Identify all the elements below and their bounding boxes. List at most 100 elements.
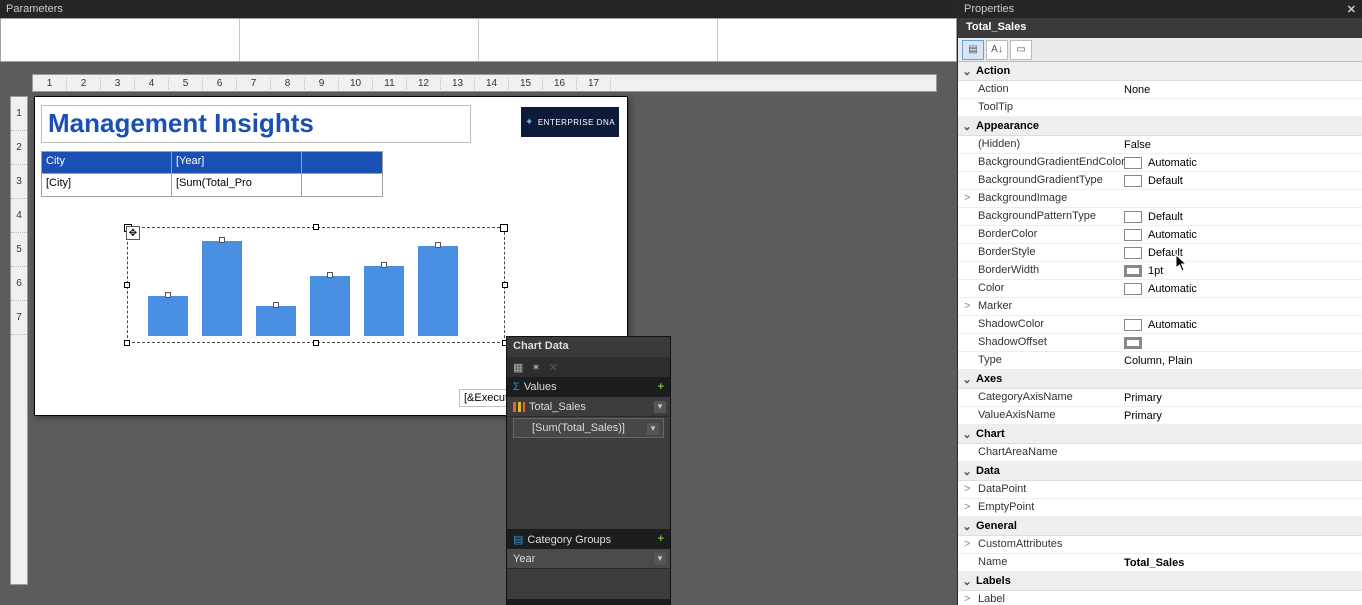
- property-row[interactable]: >DataPoint: [958, 481, 1362, 499]
- expand-toggle-icon[interactable]: ⌄: [962, 575, 972, 588]
- property-row[interactable]: BorderColorAutomatic: [958, 226, 1362, 244]
- resize-handle[interactable]: [502, 282, 508, 288]
- bar-handle[interactable]: [327, 272, 333, 278]
- expand-toggle-icon[interactable]: ⌄: [962, 428, 972, 441]
- property-row[interactable]: ValueAxisNamePrimary: [958, 407, 1362, 425]
- property-row[interactable]: TypeColumn, Plain: [958, 352, 1362, 370]
- property-value[interactable]: Automatic: [1118, 226, 1362, 243]
- report-title[interactable]: Management Insights: [41, 105, 471, 143]
- property-value[interactable]: Default: [1118, 208, 1362, 225]
- chart-bar[interactable]: [310, 276, 350, 336]
- property-value[interactable]: Automatic: [1118, 154, 1362, 171]
- add-category-button[interactable]: +: [658, 533, 664, 545]
- tablix[interactable]: City [Year] [City] [Sum(Total_Pro: [41, 151, 383, 197]
- property-row[interactable]: BackgroundPatternTypeDefault: [958, 208, 1362, 226]
- property-category[interactable]: ⌄General: [958, 517, 1362, 536]
- property-value[interactable]: Total_Sales: [1118, 554, 1362, 571]
- property-row[interactable]: >BackgroundImage: [958, 190, 1362, 208]
- property-row[interactable]: ToolTip: [958, 99, 1362, 117]
- property-value[interactable]: [1118, 334, 1362, 351]
- refresh-icon[interactable]: ✶: [531, 361, 540, 374]
- resize-handle[interactable]: [124, 340, 130, 346]
- expand-icon[interactable]: >: [964, 192, 970, 204]
- property-row[interactable]: ChartAreaName: [958, 444, 1362, 462]
- property-value[interactable]: [1118, 444, 1362, 461]
- expand-icon[interactable]: >: [964, 538, 970, 550]
- expand-toggle-icon[interactable]: ⌄: [962, 465, 972, 478]
- bar-handle[interactable]: [219, 237, 225, 243]
- chart-data-panel[interactable]: Chart Data ▦ ✶ ✕ ΣValues + Total_Sales ▾: [506, 336, 671, 605]
- close-panel-button[interactable]: ✕: [1347, 3, 1356, 16]
- categorized-view-button[interactable]: ▤: [962, 40, 984, 60]
- property-category[interactable]: ⌄Chart: [958, 425, 1362, 444]
- category-field-item[interactable]: Year ▾: [507, 549, 670, 569]
- chart-bar[interactable]: [202, 241, 242, 336]
- property-pages-button[interactable]: ▭: [1010, 40, 1032, 60]
- property-value[interactable]: 1pt: [1118, 262, 1362, 279]
- bar-handle[interactable]: [273, 302, 279, 308]
- parameters-grid[interactable]: [0, 18, 957, 62]
- param-cell[interactable]: [1, 19, 240, 61]
- property-value[interactable]: [1118, 298, 1362, 315]
- dropdown-icon[interactable]: ▾: [654, 553, 666, 565]
- delete-icon[interactable]: ✕: [549, 361, 558, 374]
- property-row[interactable]: ColorAutomatic: [958, 280, 1362, 298]
- resize-handle[interactable]: [313, 224, 319, 230]
- property-row[interactable]: >EmptyPoint: [958, 499, 1362, 517]
- value-field-item[interactable]: Total_Sales ▾: [507, 397, 670, 417]
- property-row[interactable]: ShadowOffset: [958, 334, 1362, 352]
- resize-handle[interactable]: [124, 282, 130, 288]
- new-chart-icon[interactable]: ▦: [513, 361, 523, 374]
- bar-handle[interactable]: [435, 242, 441, 248]
- property-value[interactable]: [1118, 591, 1362, 605]
- alphabetical-view-button[interactable]: A↓: [986, 40, 1008, 60]
- chart-object[interactable]: ✥: [127, 227, 505, 343]
- expand-toggle-icon[interactable]: ⌄: [962, 520, 972, 533]
- property-value[interactable]: Primary: [1118, 407, 1362, 424]
- chart-bar[interactable]: [364, 266, 404, 336]
- expand-icon[interactable]: >: [964, 300, 970, 312]
- property-row[interactable]: BorderWidth1pt: [958, 262, 1362, 280]
- property-value[interactable]: Default: [1118, 244, 1362, 261]
- property-value[interactable]: Primary: [1118, 389, 1362, 406]
- property-value[interactable]: [1118, 190, 1362, 207]
- expand-icon[interactable]: >: [964, 501, 970, 513]
- property-row[interactable]: >Marker: [958, 298, 1362, 316]
- property-value[interactable]: Default: [1118, 172, 1362, 189]
- expand-toggle-icon[interactable]: ⌄: [962, 65, 972, 78]
- tablix-cell[interactable]: [Sum(Total_Pro: [172, 174, 302, 196]
- property-value[interactable]: False: [1118, 136, 1362, 153]
- property-row[interactable]: >CustomAttributes: [958, 536, 1362, 554]
- property-value[interactable]: [1118, 99, 1362, 116]
- bar-handle[interactable]: [165, 292, 171, 298]
- dropdown-icon[interactable]: ▾: [647, 423, 659, 435]
- property-row[interactable]: (Hidden)False: [958, 136, 1362, 154]
- property-category[interactable]: ⌄Axes: [958, 370, 1362, 389]
- property-row[interactable]: BackgroundGradientEndColorAutomatic: [958, 154, 1362, 172]
- selected-object-name[interactable]: Total_Sales: [958, 18, 1362, 38]
- param-cell[interactable]: [718, 19, 956, 61]
- tablix-cell[interactable]: [City]: [42, 174, 172, 196]
- expand-icon[interactable]: >: [964, 593, 970, 605]
- chart-bar[interactable]: [418, 246, 458, 336]
- param-cell[interactable]: [479, 19, 718, 61]
- property-category[interactable]: ⌄Labels: [958, 572, 1362, 591]
- property-row[interactable]: BackgroundGradientTypeDefault: [958, 172, 1362, 190]
- bar-handle[interactable]: [381, 262, 387, 268]
- tablix-header[interactable]: [Year]: [172, 152, 302, 174]
- move-handle-icon[interactable]: ✥: [126, 226, 140, 240]
- property-value[interactable]: Automatic: [1118, 280, 1362, 297]
- property-row[interactable]: ActionNone: [958, 81, 1362, 99]
- add-value-button[interactable]: +: [658, 381, 664, 393]
- value-aggregate-item[interactable]: [Sum(Total_Sales)] ▾: [513, 418, 664, 438]
- expand-toggle-icon[interactable]: ⌄: [962, 120, 972, 133]
- property-value[interactable]: Column, Plain: [1118, 352, 1362, 369]
- property-value[interactable]: Automatic: [1118, 316, 1362, 333]
- property-category[interactable]: ⌄Action: [958, 62, 1362, 81]
- property-row[interactable]: CategoryAxisNamePrimary: [958, 389, 1362, 407]
- chart-bar[interactable]: [148, 296, 188, 336]
- dropdown-icon[interactable]: ▾: [654, 401, 666, 413]
- property-value[interactable]: [1118, 481, 1362, 498]
- property-row[interactable]: NameTotal_Sales: [958, 554, 1362, 572]
- property-value[interactable]: [1118, 536, 1362, 553]
